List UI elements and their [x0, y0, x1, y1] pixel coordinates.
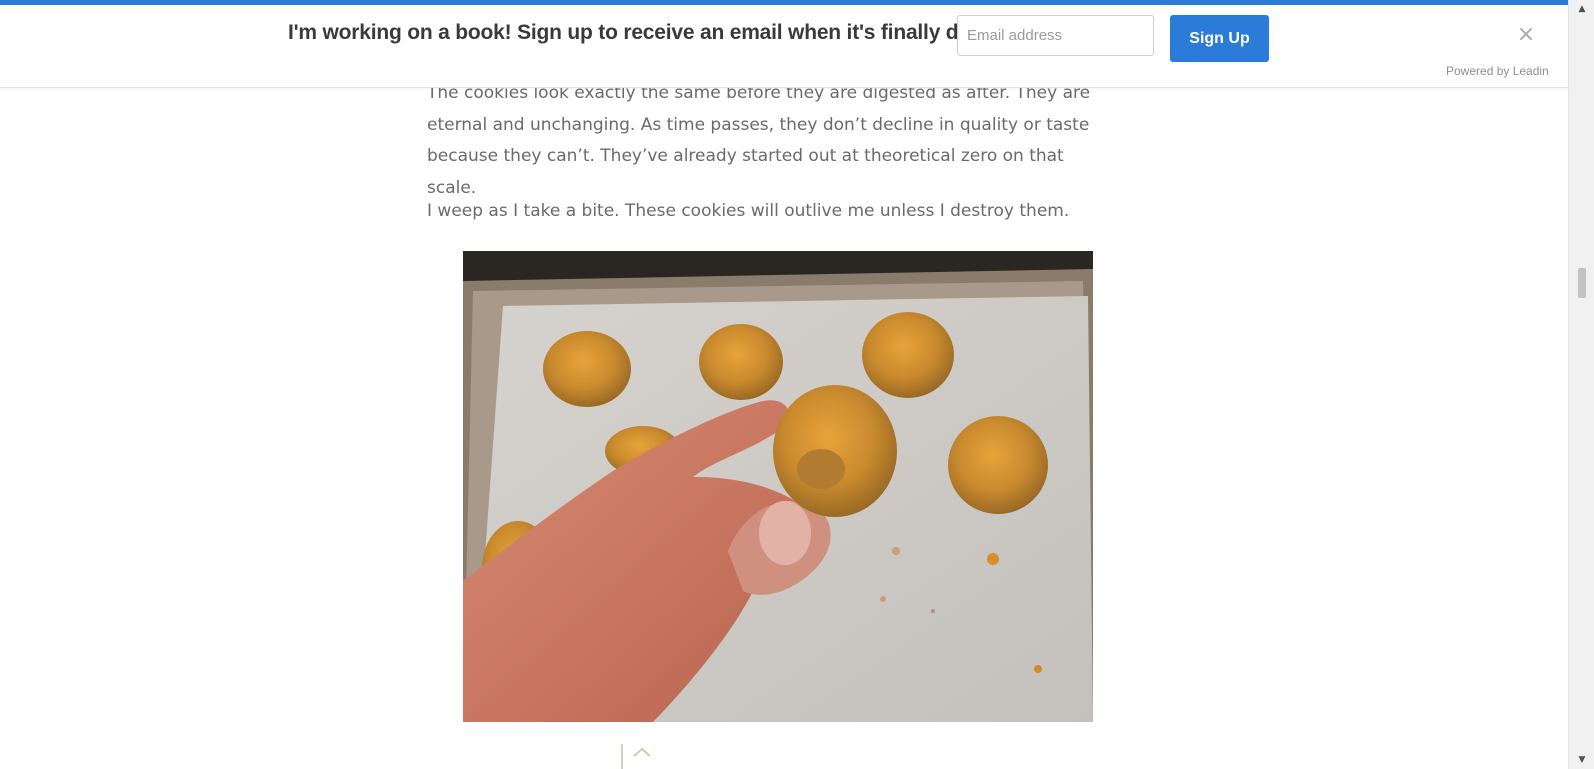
- sign-up-button[interactable]: Sign Up: [1170, 15, 1269, 62]
- email-field[interactable]: [957, 15, 1154, 56]
- scroll-thumb[interactable]: [1578, 268, 1586, 298]
- close-icon[interactable]: ×: [1514, 23, 1538, 47]
- scroll-down-arrow-icon[interactable]: ▼: [1569, 751, 1594, 769]
- scroll-to-top-mark: [621, 744, 650, 769]
- banner-message: I'm working on a book! Sign up to receiv…: [288, 21, 1001, 44]
- powered-by-link[interactable]: Powered by Leadin: [1446, 64, 1549, 78]
- article-paragraph: I weep as I take a bite. These cookies w…: [427, 201, 1070, 221]
- article-paragraph: The cookies look exactly the same before…: [427, 83, 1091, 198]
- cookie-photo: [463, 251, 1093, 722]
- vertical-scrollbar[interactable]: ▲ ▼: [1568, 0, 1594, 769]
- scroll-up-arrow-icon[interactable]: ▲: [1569, 0, 1594, 18]
- leadin-signup-banner: I'm working on a book! Sign up to receiv…: [0, 5, 1568, 88]
